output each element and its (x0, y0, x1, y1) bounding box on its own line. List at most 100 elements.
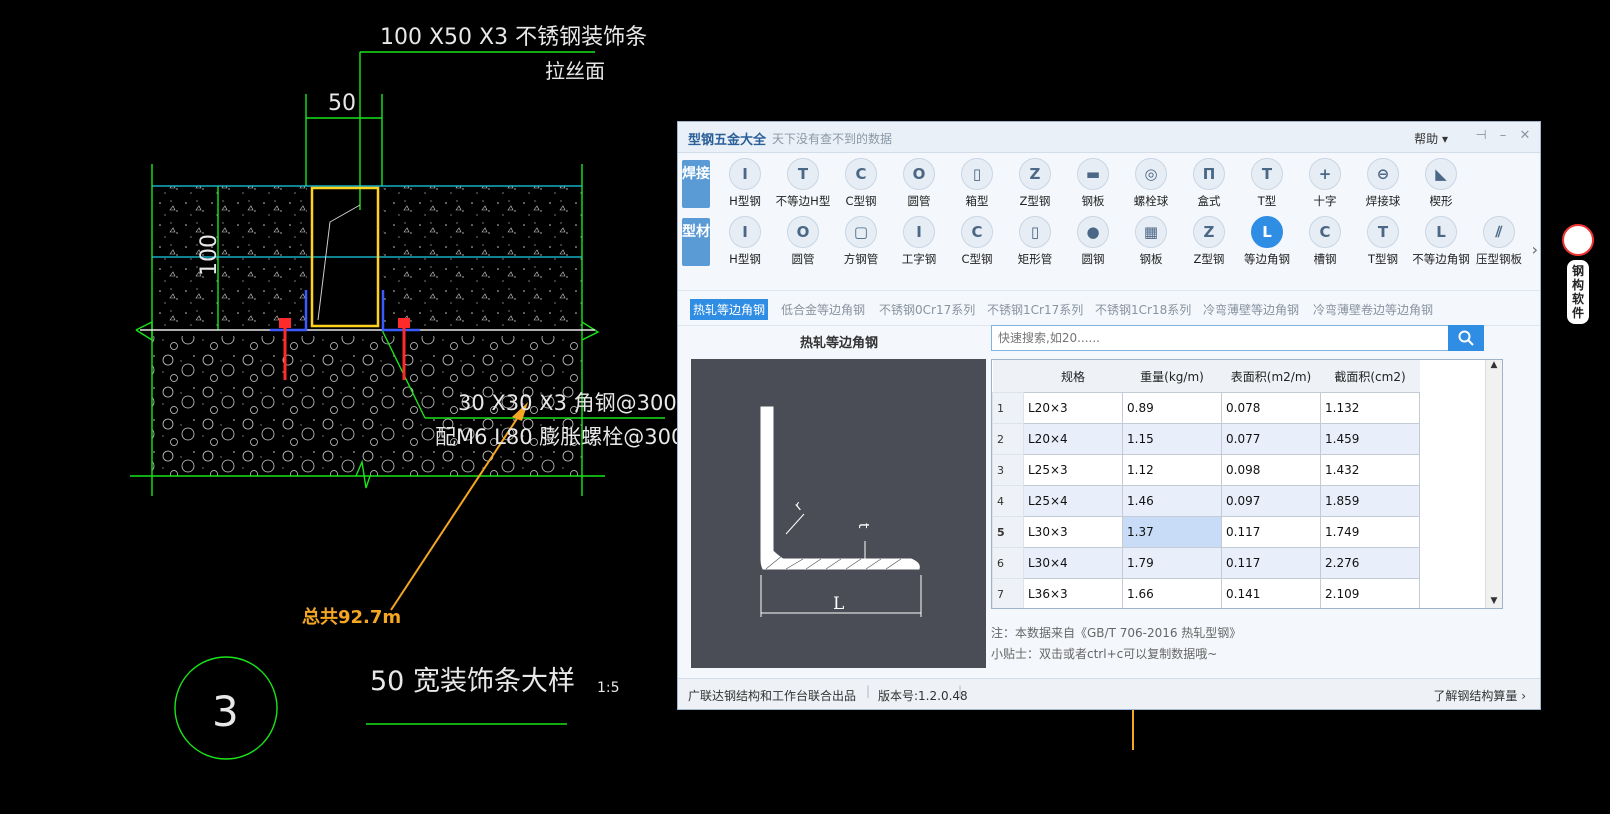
weld-item[interactable]: ⊖ 焊接球 (1354, 158, 1412, 212)
help-menu[interactable]: 帮助 ▾ (1414, 130, 1448, 147)
table-cell[interactable]: L20×4 (1023, 423, 1123, 455)
table-cell[interactable]: 0.117 (1221, 547, 1321, 579)
subtab[interactable]: 低合金等边角钢 (778, 299, 868, 320)
material-item[interactable]: C C型钢 (948, 216, 1006, 270)
weld-item[interactable]: T 不等边H型 (774, 158, 832, 212)
material-item[interactable]: ● 圆钢 (1064, 216, 1122, 270)
material-item[interactable]: C 槽钢 (1296, 216, 1354, 270)
title-bar: 型钢五金大全 天下没有查不到的数据 帮助 ▾ ⊣ – ✕ (678, 122, 1540, 153)
scroll-up-icon[interactable]: ▲ (1486, 360, 1502, 370)
status-bar: 广联达钢结构和工作台联合出品 | 版本号:1.2.0.48 | 了解钢结构算量 … (678, 678, 1540, 709)
material-item[interactable]: I H型钢 (716, 216, 774, 270)
weld-item[interactable]: C C型钢 (832, 158, 890, 212)
scroll-down-icon[interactable]: ▼ (1486, 596, 1502, 606)
weld-shape-icon: ⊖ (1367, 158, 1399, 190)
table-cell[interactable]: 1.459 (1320, 423, 1420, 455)
table-cell[interactable]: 0.89 (1122, 392, 1222, 424)
weld-item[interactable]: Π 盒式 (1180, 158, 1238, 212)
table-cell[interactable]: L30×3 (1023, 516, 1123, 548)
weld-item[interactable]: ◎ 螺栓球 (1122, 158, 1180, 212)
table-cell[interactable]: 0.077 (1221, 423, 1321, 455)
weld-shape-icon: T (1251, 158, 1283, 190)
table-cell[interactable]: 2.109 (1320, 578, 1420, 608)
table-cell[interactable]: L36×3 (1023, 578, 1123, 608)
weld-item[interactable]: Z Z型钢 (1006, 158, 1064, 212)
material-item[interactable]: ▯ 矩形管 (1006, 216, 1064, 270)
weld-item[interactable]: + 十字 (1296, 158, 1354, 212)
weld-item[interactable]: I H型钢 (716, 158, 774, 212)
table-cell[interactable]: 0.097 (1221, 485, 1321, 517)
column-header[interactable]: 表面积(m2/m) (1221, 360, 1321, 393)
material-item[interactable]: I 工字钢 (890, 216, 948, 270)
material-item[interactable]: ▦ 钢板 (1122, 216, 1180, 270)
table-cell[interactable]: L25×3 (1023, 454, 1123, 486)
table-cell[interactable]: 1.859 (1320, 485, 1420, 517)
learn-more-link[interactable]: 了解钢结构算量 › (1433, 687, 1526, 704)
subtab[interactable]: 不锈钢1Cr18系列 (1092, 299, 1194, 320)
close-icon[interactable]: ✕ (1516, 127, 1534, 145)
table-cell[interactable]: 1.37 (1122, 516, 1222, 548)
table-row[interactable]: 1 L20×3 0.89 0.078 1.132 (992, 392, 1420, 424)
weld-item[interactable]: ▯ 箱型 (948, 158, 1006, 212)
material-item[interactable]: L 不等边角钢 (1412, 216, 1470, 270)
table-cell[interactable]: 1.15 (1122, 423, 1222, 455)
material-item[interactable]: O 圆管 (774, 216, 832, 270)
table-row[interactable]: 4 L25×4 1.46 0.097 1.859 (992, 485, 1420, 517)
search-input[interactable] (992, 326, 1452, 350)
subtab[interactable]: 不锈钢0Cr17系列 (876, 299, 978, 320)
material-shape-icon: ▦ (1135, 216, 1167, 248)
table-cell[interactable]: 1.12 (1122, 454, 1222, 486)
material-category-tag[interactable]: 型材 (682, 218, 710, 266)
table-row[interactable]: 6 L30×4 1.79 0.117 2.276 (992, 547, 1420, 579)
table-cell[interactable]: 1.46 (1122, 485, 1222, 517)
material-item[interactable]: ⫽ 压型钢板 (1470, 216, 1528, 270)
table-cell[interactable]: 1.66 (1122, 578, 1222, 608)
column-header[interactable]: 重量(kg/m) (1122, 360, 1222, 393)
table-cell[interactable]: L30×4 (1023, 547, 1123, 579)
table-row[interactable]: 3 L25×3 1.12 0.098 1.432 (992, 454, 1420, 486)
table-cell[interactable]: 0.141 (1221, 578, 1321, 608)
table-cell[interactable]: 2.276 (1320, 547, 1420, 579)
subtab[interactable]: 热轧等边角钢 (690, 299, 769, 320)
weld-item[interactable]: ▬ 钢板 (1064, 158, 1122, 212)
table-cell[interactable]: 1.432 (1320, 454, 1420, 486)
weld-item[interactable]: ◣ 楔形 (1412, 158, 1470, 212)
table-row[interactable]: 2 L20×4 1.15 0.077 1.459 (992, 423, 1420, 455)
table-row[interactable]: 7 L36×3 1.66 0.141 2.109 (992, 578, 1420, 608)
subtab[interactable]: 不锈钢1Cr17系列 (984, 299, 1086, 320)
weld-category-tag[interactable]: 焊接 (682, 160, 710, 208)
weld-shape-icon: ▯ (961, 158, 993, 190)
search-box (991, 325, 1484, 351)
subtab[interactable]: 冷弯薄壁等边角钢 (1200, 299, 1302, 320)
minimize-icon[interactable]: – (1494, 127, 1512, 145)
table-cell[interactable]: L20×3 (1023, 392, 1123, 424)
row-number: 2 (992, 423, 1024, 455)
cad-scale: 1:5 (597, 680, 620, 696)
mascot-badge[interactable]: 钢构软件 (1555, 224, 1601, 336)
weld-item[interactable]: T T型 (1238, 158, 1296, 212)
material-item[interactable]: T T型钢 (1354, 216, 1412, 270)
table-cell[interactable]: L25×4 (1023, 485, 1123, 517)
weld-shape-icon: Π (1193, 158, 1225, 190)
table-cell[interactable]: 0.078 (1221, 392, 1321, 424)
weld-item[interactable]: O 圆管 (890, 158, 948, 212)
column-header[interactable]: 截面积(cm2) (1320, 360, 1420, 393)
diagram-title: 热轧等边角钢 (800, 336, 879, 351)
table-cell[interactable]: 1.132 (1320, 392, 1420, 424)
column-header[interactable]: 规格 (1023, 360, 1123, 393)
material-item[interactable]: L 等边角钢 (1238, 216, 1296, 270)
material-item[interactable]: ▢ 方钢管 (832, 216, 890, 270)
cad-bolt-label: 配M6 L80 膨胀螺栓@300 (435, 425, 684, 449)
table-cell[interactable]: 1.79 (1122, 547, 1222, 579)
material-item[interactable]: Z Z型钢 (1180, 216, 1238, 270)
table-cell[interactable]: 0.098 (1221, 454, 1321, 486)
search-button[interactable] (1448, 325, 1484, 351)
subtab[interactable]: 冷弯薄壁卷边等边角钢 (1310, 299, 1436, 320)
table-cell[interactable]: 0.117 (1221, 516, 1321, 548)
table-row[interactable]: 5 L30×3 1.37 0.117 1.749 (992, 516, 1420, 548)
source-note: 注：本数据来自《GB/T 706-2016 热轧型钢》 (991, 626, 1242, 640)
chevron-right-icon[interactable]: › (1532, 240, 1538, 259)
pin-icon[interactable]: ⊣ (1472, 127, 1490, 145)
table-cell[interactable]: 1.749 (1320, 516, 1420, 548)
table-scrollbar[interactable]: ▲ ▼ (1485, 360, 1502, 608)
